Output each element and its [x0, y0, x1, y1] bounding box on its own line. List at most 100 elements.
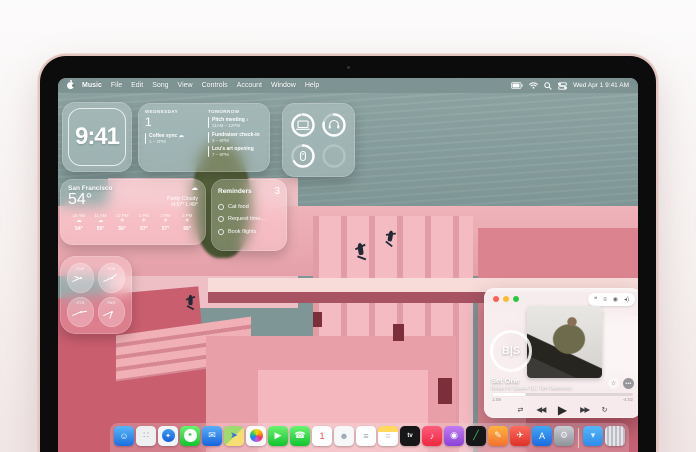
- dock-icon-photos[interactable]: [246, 425, 266, 446]
- battery-icon[interactable]: [511, 82, 523, 89]
- dock-icon-contacts[interactable]: ☻: [334, 425, 354, 446]
- music-glyph: ♪: [429, 430, 435, 441]
- calendar-today-column: WEDNESDAY 1 Coffee sync ☁ 1 – 2PM: [145, 109, 200, 166]
- reminder-checkbox[interactable]: [218, 216, 224, 222]
- battery-ring-empty[interactable]: [321, 142, 348, 169]
- marketing-background: Music File Edit Song View Controls Account Wind…: [0, 0, 696, 452]
- calendar-event[interactable]: Lou's art opening 7 – 8PM: [208, 146, 263, 157]
- reminder-checkbox[interactable]: [218, 228, 224, 235]
- menu-item-edit[interactable]: Edit: [131, 82, 143, 89]
- next-icon[interactable]: ▶▶: [580, 406, 590, 414]
- dock-icon-pages[interactable]: ✎: [488, 425, 508, 446]
- reminders-widget[interactable]: Reminders 3 Cat food Request time... Book …: [211, 179, 287, 251]
- dock-icon-maps[interactable]: ➤: [224, 425, 244, 446]
- launchpad-glyph: ∷: [143, 430, 149, 440]
- sunny-icon: ☀: [141, 218, 147, 224]
- dock-icon-stocks[interactable]: ╱: [466, 425, 486, 446]
- reminders-title: Reminders: [218, 188, 252, 195]
- queue-icon[interactable]: ≡: [603, 297, 607, 303]
- dock-icon-facetime[interactable]: ▶: [268, 425, 288, 446]
- tv-glyph: tv: [407, 432, 413, 439]
- partly-icon: ☁: [76, 218, 82, 224]
- search-icon[interactable]: [544, 81, 552, 90]
- weather-hour: 10 AM ☁ 54°: [68, 213, 90, 232]
- apple-menu-icon[interactable]: [67, 82, 75, 89]
- dock-icon-rocket-app[interactable]: ✈: [510, 425, 530, 446]
- world-clock-widget[interactable]: CUP TOK SYD PAR: [60, 256, 132, 334]
- wifi-icon[interactable]: [529, 82, 539, 89]
- world-clock-city: TOK: [107, 267, 116, 271]
- notes-glyph: ≡: [385, 430, 391, 441]
- reminder-item[interactable]: Book flights: [218, 228, 280, 235]
- battery-ring-mouse[interactable]: [290, 142, 317, 169]
- dock-icon-launchpad[interactable]: ∷: [136, 425, 156, 446]
- menu-item-file[interactable]: File: [111, 82, 122, 89]
- window-traffic-lights: [493, 296, 519, 302]
- hour-label: 11 AM: [94, 213, 107, 218]
- dock-icon-music[interactable]: ♪: [422, 425, 442, 446]
- repeat-icon[interactable]: ↻: [602, 407, 608, 414]
- dock-icon-calendar[interactable]: 1: [312, 425, 332, 446]
- calendar-event[interactable]: Fundraiser check-in 3 – 6PM: [208, 131, 263, 143]
- dock-icon-phone[interactable]: ☎: [290, 425, 310, 446]
- calendar-today-events: Coffee sync ☁ 1 – 2PM: [145, 133, 200, 144]
- battery-ring-laptop[interactable]: [290, 111, 317, 138]
- dock-icon-reminders[interactable]: ≡: [356, 425, 376, 446]
- close-button[interactable]: [493, 296, 499, 302]
- menu-item-view[interactable]: View: [178, 82, 193, 89]
- menu-item-song[interactable]: Song: [152, 82, 168, 89]
- hour-temp: 54°: [75, 225, 83, 232]
- menu-clock[interactable]: Wed Apr 1 9:41 AM: [573, 82, 629, 89]
- hour-label: 3 PM: [182, 213, 193, 218]
- menu-item-music[interactable]: Music: [82, 82, 102, 89]
- zoom-button[interactable]: [513, 296, 519, 302]
- batteries-widget[interactable]: [282, 103, 355, 177]
- shuffle-icon[interactable]: ⇄: [517, 407, 523, 414]
- menu-item-controls[interactable]: Controls: [202, 82, 228, 89]
- dock-icon-app-store[interactable]: A: [532, 425, 552, 446]
- favorite-button[interactable]: ☆: [608, 378, 619, 389]
- dock-icon-trash[interactable]: [605, 425, 625, 446]
- reminder-item[interactable]: Request time...: [218, 216, 280, 222]
- menu-item-help[interactable]: Help: [305, 82, 319, 89]
- status-area: Wed Apr 1 9:41 AM: [511, 81, 629, 90]
- dock-icon-finder[interactable]: ☺: [114, 425, 134, 446]
- battery-ring-headphones[interactable]: [321, 111, 348, 138]
- menu-item-account[interactable]: Account: [237, 82, 262, 89]
- dock-icon-downloads-folder[interactable]: ▾: [583, 425, 603, 446]
- calendar-widget[interactable]: WEDNESDAY 1 Coffee sync ☁ 1 – 2PM TOMORRO…: [138, 103, 270, 172]
- clock-center-dot: [110, 277, 113, 279]
- control-center-icon[interactable]: [558, 81, 568, 90]
- dock-icon-mail[interactable]: ✉: [202, 425, 222, 446]
- reminder-checkbox[interactable]: [218, 203, 224, 210]
- progress-bar[interactable]: [492, 393, 633, 396]
- calendar-event[interactable]: Coffee sync ☁ 1 – 2PM: [145, 133, 200, 144]
- dock-icon-messages[interactable]: ❝: [180, 425, 200, 446]
- stocks-glyph: ╱: [473, 430, 479, 440]
- dock-icon-system-settings[interactable]: ⚙: [554, 425, 574, 446]
- system-settings-glyph: ⚙: [559, 430, 569, 440]
- reminder-item[interactable]: Cat food: [218, 203, 280, 210]
- menu-item-window[interactable]: Window: [271, 82, 296, 89]
- ellipsis-icon: •••: [625, 380, 632, 387]
- reminder-label: Request time...: [228, 216, 265, 222]
- calendar-date: 1: [145, 115, 152, 129]
- facetime-glyph: ▶: [274, 430, 282, 440]
- dock-icon-tv[interactable]: tv: [400, 425, 420, 446]
- dock-icon-notes[interactable]: ≡: [378, 425, 398, 446]
- weather-widget[interactable]: San Francisco ☁ 54° Partly Cloudy H:57° …: [60, 179, 206, 245]
- more-button[interactable]: •••: [623, 378, 634, 389]
- calendar-event[interactable]: Pitch meeting ♪ 11AM – 12PM: [208, 117, 263, 128]
- volume-icon[interactable]: ◂): [624, 297, 629, 303]
- airplay-icon[interactable]: ◉: [613, 297, 618, 303]
- world-clock-cup: CUP: [67, 263, 94, 293]
- dock-icon-podcasts[interactable]: ◉: [444, 425, 464, 446]
- minimize-button[interactable]: [503, 296, 509, 302]
- dock-icon-safari[interactable]: ✦: [158, 425, 178, 446]
- lyrics-icon[interactable]: ❝: [594, 297, 597, 303]
- event-time: 7 – 8PM: [212, 152, 229, 157]
- previous-icon[interactable]: ◀◀: [536, 406, 546, 414]
- mail-glyph: ✉: [208, 430, 216, 440]
- clock-widget[interactable]: 9:41: [62, 102, 132, 172]
- play-icon[interactable]: ▶: [558, 404, 567, 416]
